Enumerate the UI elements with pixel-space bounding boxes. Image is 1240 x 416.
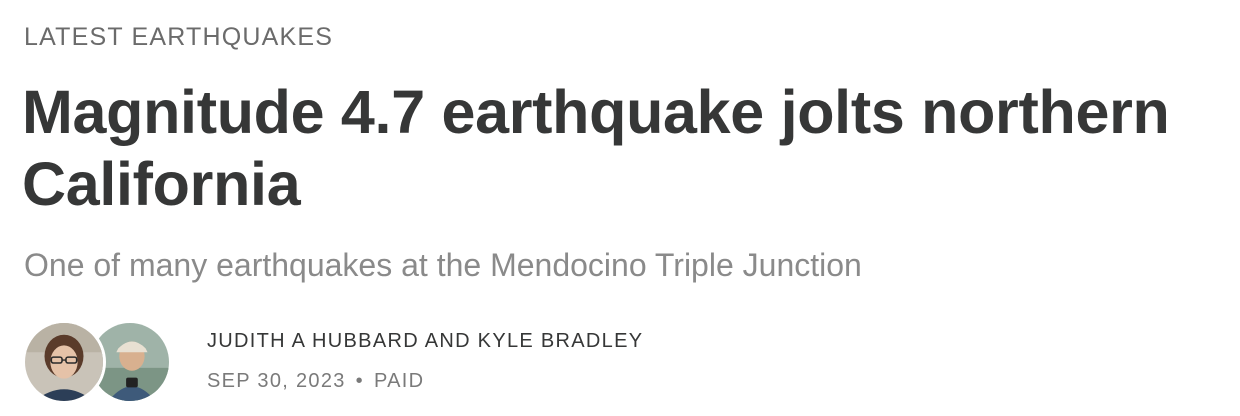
avatar-photo-icon [25, 323, 103, 401]
post-date: SEP 30, 2023 [207, 370, 346, 392]
post-subtitle: One of many earthquakes at the Mendocino… [24, 247, 862, 283]
post-header: LATEST EARTHQUAKES Magnitude 4.7 earthqu… [0, 0, 1240, 416]
author-avatars[interactable] [22, 320, 172, 404]
section-label[interactable]: LATEST EARTHQUAKES [24, 22, 333, 52]
post-authors[interactable]: JUDITH A HUBBARD AND KYLE BRADLEY [207, 329, 643, 353]
post-access-badge: PAID [373, 370, 425, 392]
post-title[interactable]: Magnitude 4.7 earthquake jolts northern … [22, 76, 1232, 220]
post-meta: SEP 30, 2023 • PAID [207, 369, 424, 393]
meta-separator: • [355, 370, 364, 392]
author-avatar-woman-glasses[interactable] [22, 320, 106, 404]
